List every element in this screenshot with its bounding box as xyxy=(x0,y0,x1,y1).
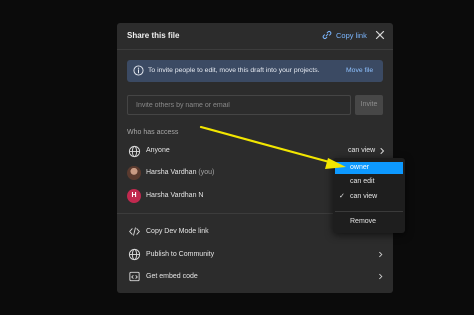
info-banner: To invite people to edit, move this draf… xyxy=(127,60,383,82)
dropdown-divider xyxy=(335,211,403,212)
link-icon xyxy=(322,31,332,39)
role-dropdown-menu: owner can edit ✓ can view Remove xyxy=(333,158,405,233)
footer-label: Copy Dev Mode link xyxy=(146,228,209,235)
chevron-right-icon xyxy=(379,251,383,258)
dropdown-option-label: can view xyxy=(350,193,378,200)
move-file-link[interactable]: Move file xyxy=(346,67,373,74)
code-icon xyxy=(129,227,140,236)
access-name: Anyone xyxy=(146,147,170,154)
copy-link-label: Copy link xyxy=(336,30,367,40)
check-icon: ✓ xyxy=(339,193,345,200)
who-has-access-label: Who has access xyxy=(127,129,179,136)
close-icon[interactable] xyxy=(374,29,386,41)
get-embed-code-row[interactable]: Get embed code xyxy=(117,266,393,287)
dropdown-option-owner[interactable]: owner xyxy=(335,162,403,174)
avatar xyxy=(127,166,141,180)
dialog-header: Share this file Copy link xyxy=(117,23,393,49)
embed-icon xyxy=(129,271,140,282)
user-name: Harsha Vardhan xyxy=(146,169,197,176)
dialog-title: Share this file xyxy=(127,31,180,40)
info-icon xyxy=(133,65,144,76)
invite-input[interactable] xyxy=(127,95,351,115)
avatar: H xyxy=(127,189,141,203)
globe-icon xyxy=(128,145,141,158)
copy-link-button[interactable]: Copy link xyxy=(322,30,367,40)
dropdown-option-can-view[interactable]: ✓ can view xyxy=(335,191,403,203)
globe-icon xyxy=(128,248,141,261)
publish-to-community-row[interactable]: Publish to Community xyxy=(117,244,393,265)
header-divider xyxy=(117,49,393,50)
role-select-anyone[interactable]: can view xyxy=(348,147,375,154)
footer-label: Publish to Community xyxy=(146,251,215,258)
you-suffix: (you) xyxy=(198,169,215,176)
info-banner-text: To invite people to edit, move this draf… xyxy=(148,67,320,74)
invite-button[interactable]: Invite xyxy=(355,95,383,115)
chevron-right-icon[interactable] xyxy=(378,147,386,155)
dropdown-option-can-edit[interactable]: can edit xyxy=(335,176,403,188)
footer-label: Get embed code xyxy=(146,273,198,280)
access-name: Harsha Vardhan N xyxy=(146,192,204,199)
access-name: Harsha Vardhan (you) xyxy=(146,169,214,176)
chevron-right-icon xyxy=(379,273,383,280)
dropdown-option-remove[interactable]: Remove xyxy=(335,216,403,228)
